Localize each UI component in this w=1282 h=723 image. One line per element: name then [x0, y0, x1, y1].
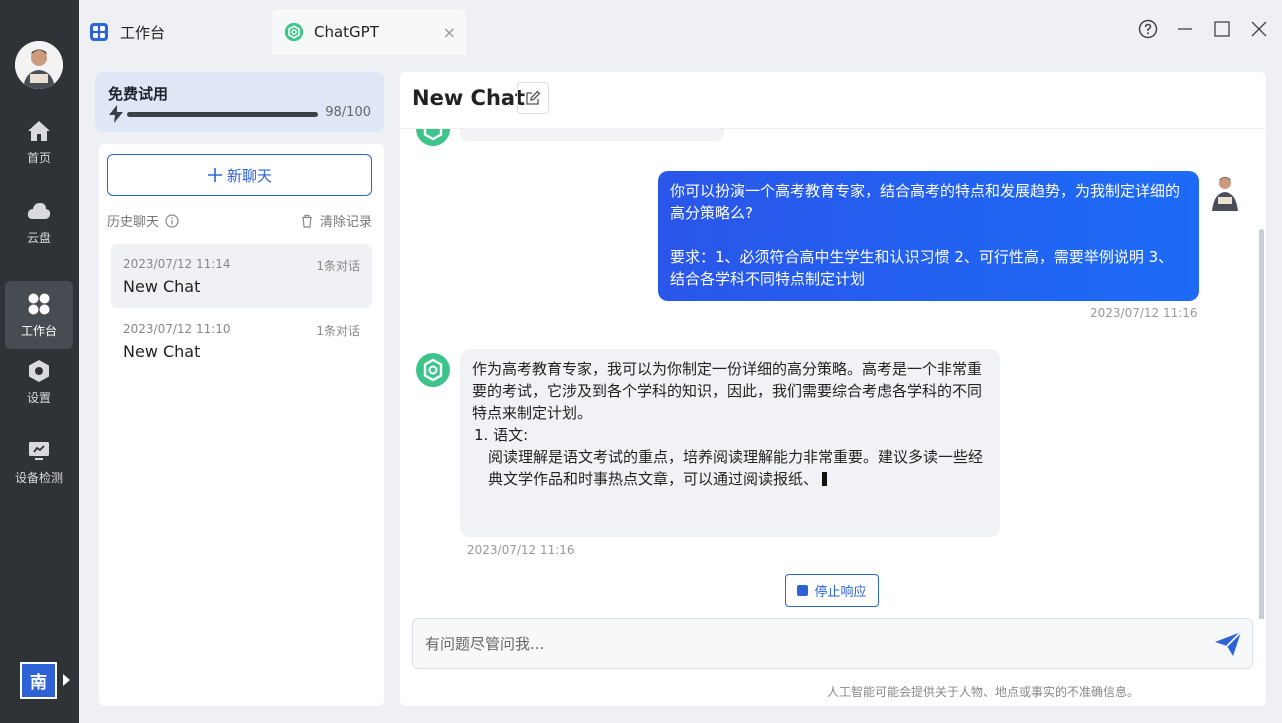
free-trial-card: 免费试用 98/100	[95, 72, 384, 132]
tab-workbench[interactable]: 工作台	[90, 9, 270, 55]
stop-response-button[interactable]: 停止响应	[785, 574, 879, 607]
close-icon	[1251, 21, 1267, 37]
history-label: 历史聊天	[107, 215, 160, 230]
nav-label: 云盘	[26, 230, 51, 245]
user-message-time: 2023/07/12 11:16	[1090, 306, 1198, 320]
chat-header: New Chat	[400, 72, 1266, 129]
user-message-line: 你可以扮演一个高考教育专家，结合高考的特点和发展趋势，为我制定详细的高分策略么?	[670, 182, 1181, 222]
nav-item-settings[interactable]: 设置	[5, 348, 73, 416]
person-avatar-icon	[15, 41, 63, 89]
stop-icon	[797, 585, 809, 596]
typing-cursor	[822, 472, 828, 486]
grid-icon	[28, 293, 50, 314]
nav-label: 设置	[26, 390, 51, 405]
nav-item-workbench[interactable]: 工作台	[5, 281, 73, 349]
nav-label: 设备检测	[14, 470, 63, 485]
new-chat-label: 新聊天	[226, 166, 272, 185]
trash-icon	[301, 214, 312, 228]
user-message-bubble: 你可以扮演一个高考教育专家，结合高考的特点和发展趋势，为我制定详细的高分策略么?…	[658, 171, 1199, 301]
disclaimer-text: 人工智能可能会提供关于人物、地点或事实的不准确信息。	[826, 685, 1139, 699]
chatgpt-logo-icon	[284, 22, 304, 42]
info-icon[interactable]	[165, 213, 179, 228]
minimize-button[interactable]	[1173, 17, 1197, 41]
previous-message-bubble	[460, 129, 724, 141]
nav-item-cloud[interactable]: 云盘	[5, 188, 73, 256]
expand-arrow-icon[interactable]	[63, 674, 70, 686]
assistant-list-body: 阅读理解是语文考试的重点，培养阅读理解能力非常重要。建议多读一些经典文学作品和时…	[472, 446, 988, 490]
clear-history-button[interactable]: 清除记录	[300, 211, 372, 230]
history-title: New Chat	[123, 342, 201, 361]
trial-title: 免费试用	[108, 85, 169, 103]
user-message-line: 要求：1、必须符合高中生学生和认识习惯 2、可行性高，需要举例说明 3、结合各学…	[670, 248, 1174, 288]
monitor-icon	[29, 441, 49, 460]
trial-count: 98/100	[325, 105, 371, 120]
tab-label: 工作台	[120, 23, 166, 42]
cloud-icon	[27, 202, 51, 219]
assistant-message-intro: 作为高考教育专家，我可以为你制定一份详细的高分策略。高考是一个非常重要的考试，它…	[472, 360, 983, 422]
user-message-avatar	[1207, 171, 1243, 211]
maximize-button[interactable]	[1210, 17, 1234, 41]
nav-item-device-check[interactable]: 设备检测	[5, 428, 73, 496]
minimize-icon	[1178, 28, 1192, 30]
scrollbar[interactable]	[1259, 229, 1264, 619]
help-circle-icon	[1138, 19, 1158, 39]
history-item[interactable]: 2023/07/12 11:14 1条对话 New Chat	[111, 244, 372, 308]
history-count: 1条对话	[316, 259, 360, 273]
maximize-icon	[1214, 21, 1230, 37]
chatgpt-avatar-icon	[416, 129, 450, 146]
person-avatar-icon	[1207, 171, 1243, 211]
send-icon[interactable]	[1214, 631, 1242, 657]
input-method-badge[interactable]: 南	[20, 662, 57, 699]
lightning-icon	[109, 105, 123, 123]
nav-item-home[interactable]: 首页	[5, 108, 73, 176]
nav-label: 工作台	[20, 323, 57, 338]
message-list[interactable]: 你可以扮演一个高考教育专家，结合高考的特点和发展趋势，为我制定详细的高分策略么?…	[400, 129, 1266, 619]
history-count: 1条对话	[316, 324, 360, 338]
tab-close-button[interactable]: ×	[443, 23, 456, 42]
workbench-app-icon	[90, 23, 108, 41]
user-avatar[interactable]	[15, 41, 63, 89]
close-window-button[interactable]	[1247, 17, 1271, 41]
home-icon	[28, 120, 50, 141]
help-button[interactable]	[1136, 17, 1160, 41]
history-date: 2023/07/12 11:10	[123, 322, 231, 336]
edit-icon	[526, 90, 541, 105]
history-title: New Chat	[123, 277, 201, 296]
assistant-list-text: 阅读理解是语文考试的重点，培养阅读理解能力非常重要。建议多读一些经典文学作品和时…	[488, 448, 984, 488]
settings-hex-icon	[29, 359, 49, 382]
chat-input-box[interactable]	[412, 618, 1253, 669]
stop-response-label: 停止响应	[814, 585, 867, 600]
history-date: 2023/07/12 11:14	[123, 257, 231, 271]
chat-input[interactable]	[413, 619, 1193, 668]
nav-rail: 首页 云盘 工作台 设置 设备检测 南	[0, 0, 79, 723]
assistant-message-bubble: 作为高考教育专家，我可以为你制定一份详细的高分策略。高考是一个非常重要的考试，它…	[460, 349, 1000, 537]
chat-title: New Chat	[412, 86, 526, 110]
chat-history-panel: 新聊天 历史聊天 清除记录 2023/07/12 11:14 1条对话 New …	[99, 144, 384, 706]
history-header: 历史聊天	[107, 211, 179, 230]
new-chat-button[interactable]: 新聊天	[107, 154, 372, 196]
history-item[interactable]: 2023/07/12 11:10 1条对话 New Chat	[111, 309, 372, 373]
tab-label: ChatGPT	[314, 23, 379, 41]
clear-history-label: 清除记录	[319, 215, 372, 230]
tab-chatgpt[interactable]: ChatGPT ×	[272, 9, 466, 55]
trial-progress-bar	[127, 112, 318, 117]
plus-icon	[207, 168, 222, 182]
assistant-message-time: 2023/07/12 11:16	[467, 543, 575, 557]
chat-main: New Chat 你可以扮演一个高考教育专家，结合高考的特点和发展趋势，为我制定…	[400, 72, 1266, 706]
edit-title-button[interactable]	[517, 82, 549, 114]
assistant-list-heading: 1. 语文:	[474, 426, 529, 444]
chatgpt-avatar-icon	[416, 353, 450, 387]
nav-label: 首页	[26, 150, 51, 165]
